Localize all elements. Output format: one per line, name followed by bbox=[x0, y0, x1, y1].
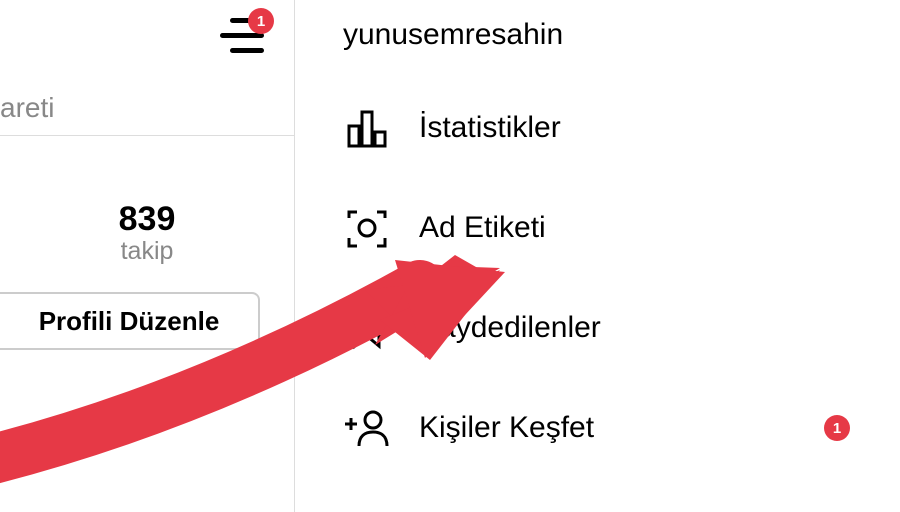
bar-chart-icon bbox=[343, 104, 391, 152]
add-person-icon bbox=[343, 404, 391, 452]
following-label: takip bbox=[0, 237, 294, 266]
partial-cutoff-text: areti bbox=[0, 92, 54, 124]
following-count: 839 bbox=[0, 200, 294, 239]
divider bbox=[0, 135, 294, 136]
menu-label: Kaydedilenler bbox=[419, 311, 601, 345]
menu-item-discover-people[interactable]: Kişiler Keşfet 1 bbox=[343, 404, 900, 452]
username: yunusemresahin bbox=[343, 18, 900, 52]
edit-profile-button[interactable]: Profili Düzenle bbox=[0, 292, 260, 350]
menu-item-statistics[interactable]: İstatistikler bbox=[343, 104, 900, 152]
side-menu: yunusemresahin İstatistikler bbox=[295, 0, 900, 512]
scan-icon bbox=[343, 204, 391, 252]
bookmark-icon bbox=[343, 304, 391, 352]
menu-label: Kişiler Keşfet bbox=[419, 411, 594, 445]
discover-badge: 1 bbox=[824, 415, 850, 441]
menu-item-saved[interactable]: Kaydedilenler bbox=[343, 304, 900, 352]
hamburger-badge: 1 bbox=[248, 8, 274, 34]
menu-item-nametag[interactable]: Ad Etiketi bbox=[343, 204, 900, 252]
profile-panel: 1 areti 839 takip Profili Düzenle bbox=[0, 0, 295, 512]
menu-label: Ad Etiketi bbox=[419, 211, 546, 245]
following-stat[interactable]: 839 takip bbox=[0, 200, 294, 266]
menu-label: İstatistikler bbox=[419, 111, 561, 145]
